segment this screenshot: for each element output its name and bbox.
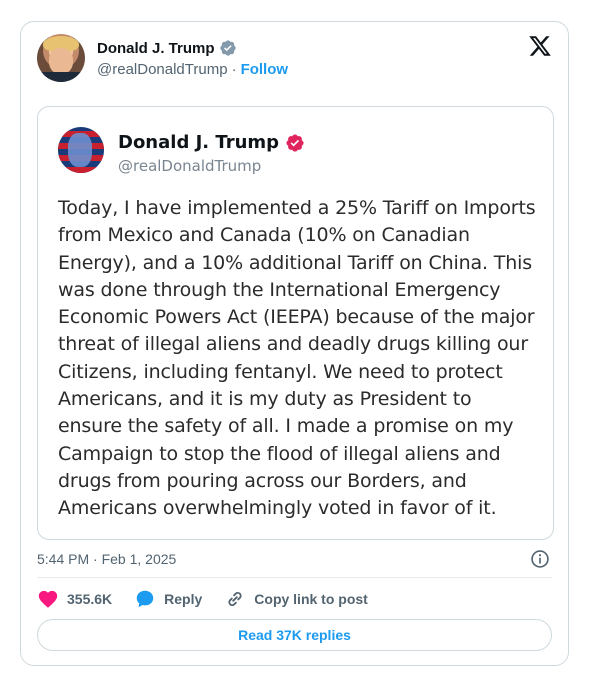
divider — [37, 577, 552, 578]
x-logo-icon[interactable] — [528, 34, 552, 58]
handle-line: @realDonaldTrump · Follow — [97, 61, 288, 78]
author-avatar[interactable] — [37, 34, 85, 82]
post-timestamp[interactable]: 5:44 PM · Feb 1, 2025 — [37, 551, 176, 567]
like-button[interactable]: 355.6K — [37, 588, 112, 610]
author-handle[interactable]: @realDonaldTrump — [97, 61, 228, 78]
embedded-author-handle: @realDonaldTrump — [118, 157, 262, 175]
tweet-header: Donald J. Trump @realDonaldTrump · Follo… — [37, 34, 552, 86]
action-bar: 355.6K Reply Copy link to post — [37, 587, 390, 611]
speech-bubble-icon — [136, 590, 154, 608]
separator-dot: · — [231, 61, 237, 78]
link-icon — [228, 591, 242, 607]
copy-link-button[interactable]: Copy link to post — [224, 588, 368, 610]
heart-icon — [38, 590, 58, 608]
copy-link-label: Copy link to post — [254, 591, 368, 607]
author-name-row[interactable]: Donald J. Trump — [97, 39, 237, 57]
follow-button[interactable]: Follow — [241, 61, 289, 78]
embedded-author-avatar — [58, 127, 104, 173]
embedded-post-text: Today, I have implemented a 25% Tariff o… — [58, 197, 536, 520]
tweet-card: Donald J. Trump @realDonaldTrump · Follo… — [20, 21, 569, 666]
embedded-post[interactable]: Donald J. Trump @realDonaldTrump Today, … — [37, 106, 554, 540]
embedded-author-name: Donald J. Trump — [118, 132, 280, 153]
verified-badge-icon — [286, 133, 304, 152]
reply-label: Reply — [164, 591, 203, 607]
like-count: 355.6K — [67, 591, 113, 607]
author-name[interactable]: Donald J. Trump — [97, 40, 215, 57]
reply-button[interactable]: Reply — [134, 588, 202, 610]
info-icon[interactable] — [530, 549, 550, 569]
read-replies-button[interactable]: Read 37K replies — [37, 619, 552, 651]
embedded-author-name-row: Donald J. Trump — [118, 132, 305, 153]
verified-badge-icon — [219, 40, 236, 56]
